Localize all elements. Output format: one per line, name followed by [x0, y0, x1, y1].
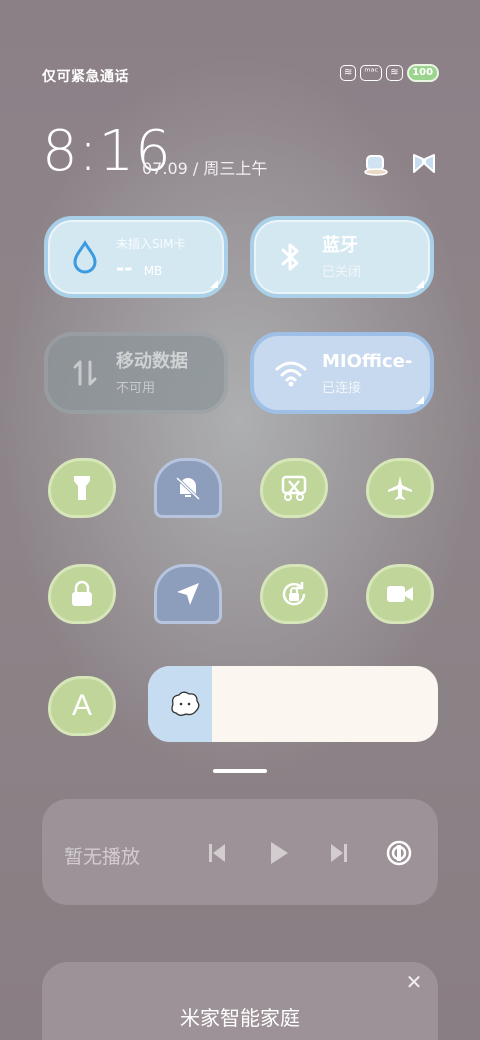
airplane-icon	[388, 476, 412, 500]
output-device-button[interactable]	[384, 838, 414, 868]
close-icon[interactable]: ✕	[402, 970, 426, 994]
water-drop-icon	[68, 240, 102, 274]
date-separator: /	[192, 159, 199, 178]
skip-previous-icon	[209, 844, 225, 862]
next-button[interactable]	[324, 838, 354, 868]
mute-toggle[interactable]	[154, 458, 222, 518]
wifi-tile[interactable]: MIOffice- 已连接	[250, 332, 434, 414]
rotation-lock-toggle[interactable]	[260, 564, 328, 624]
carrier-status: 仅可紧急通话	[42, 69, 129, 85]
letter-a-icon: A	[71, 689, 92, 722]
bluetooth-tile[interactable]: 蓝牙 已关闭	[250, 216, 434, 298]
data-usage-value: --	[116, 255, 133, 280]
mobile-data-title: 移动数据	[116, 350, 188, 372]
expand-corner-icon	[210, 280, 218, 288]
lock-icon	[72, 580, 92, 606]
previous-button[interactable]	[202, 838, 232, 868]
flashlight-icon	[74, 476, 90, 500]
wifi-title: MIOffice-	[322, 350, 413, 372]
bluetooth-icon	[274, 240, 308, 274]
wifi-icon	[274, 356, 308, 390]
scissors-icon	[281, 475, 307, 501]
signal-icon: ≋	[340, 65, 357, 81]
smart-home-title: 米家智能家庭	[180, 1006, 300, 1030]
expand-corner-icon	[416, 280, 424, 288]
flashlight-toggle[interactable]	[48, 458, 116, 518]
lock-toggle[interactable]	[48, 564, 116, 624]
date: 07.09 / 周三上午	[142, 155, 267, 179]
brightness-slider[interactable]	[148, 666, 438, 742]
bluetooth-title: 蓝牙	[322, 234, 358, 256]
network-icon: ᵐᵃᶜ	[360, 65, 383, 81]
broadcast-icon	[386, 840, 412, 866]
data-usage-tile[interactable]: 未插入SIM卡 -- MB	[44, 216, 228, 298]
mobile-data-tile[interactable]: 移动数据 不可用	[44, 332, 228, 414]
mobile-data-status: 不可用	[116, 380, 156, 396]
location-icon	[177, 583, 199, 605]
expand-corner-icon	[416, 396, 424, 404]
wifi-status: 已连接	[322, 380, 362, 396]
battery-icon: 100	[406, 64, 439, 82]
rotation-lock-icon	[282, 582, 306, 606]
settings-icon[interactable]	[410, 150, 438, 178]
drag-handle[interactable]	[213, 769, 267, 773]
media-status: 暂无播放	[64, 846, 141, 868]
airplane-toggle[interactable]	[366, 458, 434, 518]
bell-off-icon	[175, 476, 201, 501]
status-icons: ≋ ᵐᵃᶜ ≋ 100	[340, 64, 439, 82]
data-usage-title: 未插入SIM卡	[116, 236, 186, 251]
data-arrows-icon	[68, 356, 102, 390]
brightness-mascot-icon	[171, 691, 200, 716]
wifi-status-icon: ≋	[386, 65, 403, 81]
bluetooth-status: 已关闭	[322, 264, 362, 280]
location-toggle[interactable]	[154, 564, 222, 624]
video-icon	[387, 586, 413, 602]
skip-next-icon	[331, 844, 347, 862]
play-button[interactable]	[264, 838, 294, 868]
edit-icon[interactable]	[362, 150, 390, 178]
date-value: 07.09	[142, 159, 188, 178]
auto-brightness-toggle[interactable]: A	[48, 676, 116, 736]
data-usage-unit: MB	[143, 263, 163, 278]
screen-record-toggle[interactable]	[366, 564, 434, 624]
screenshot-toggle[interactable]	[260, 458, 328, 518]
weekday: 周三上午	[203, 159, 268, 178]
play-icon	[271, 842, 288, 864]
